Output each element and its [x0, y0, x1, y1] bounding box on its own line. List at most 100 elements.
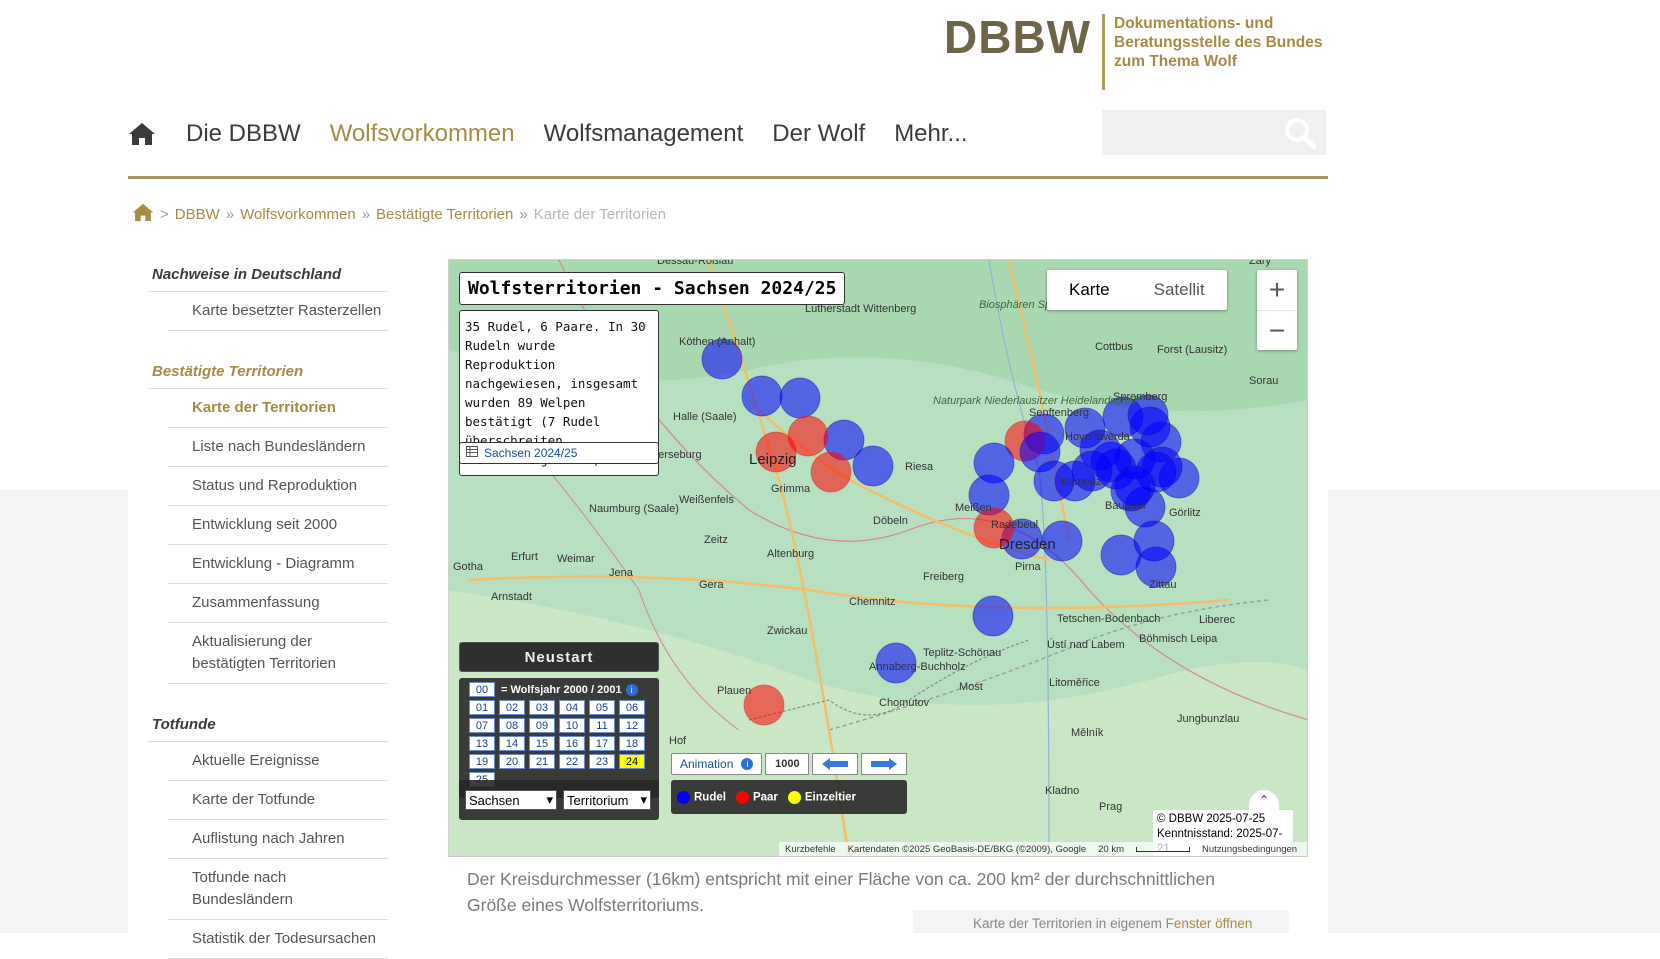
year-button-03[interactable]: 03: [529, 700, 555, 715]
year-button-02[interactable]: 02: [499, 700, 525, 715]
year-button-24[interactable]: 24: [619, 754, 645, 769]
zoom-in-button[interactable]: +: [1257, 270, 1297, 310]
breadcrumb-dbbw[interactable]: DBBW: [175, 206, 220, 223]
mode-select[interactable]: Territorium ▾: [563, 790, 651, 810]
year-button-20[interactable]: 20: [499, 754, 525, 769]
region-select[interactable]: Sachsen ▾: [465, 790, 557, 810]
year-button-19[interactable]: 19: [469, 754, 495, 769]
year-button-22[interactable]: 22: [559, 754, 585, 769]
dbbw-logo[interactable]: DBBW: [944, 10, 1091, 64]
place-label: Grimma: [771, 483, 811, 495]
place-label: Altenburg: [767, 548, 814, 560]
map-scale-label[interactable]: 20 km: [1098, 844, 1124, 855]
year-button-21[interactable]: 21: [529, 754, 555, 769]
map-layer-link[interactable]: Sachsen 2024/25: [459, 442, 659, 464]
year-button-12[interactable]: 12: [619, 718, 645, 733]
sidebar-item-todesursachen[interactable]: Statistik der Todesursachen: [168, 920, 388, 959]
sidebar-item-totfunde-bundeslaender[interactable]: Totfunde nach Bundesländern: [168, 859, 388, 920]
home-icon[interactable]: [128, 120, 158, 148]
place-label: Jungbunzlau: [1177, 713, 1239, 725]
sidebar-item-zusammenfassung[interactable]: Zusammenfassung: [168, 584, 388, 623]
territory-rudel[interactable]: [852, 445, 894, 487]
territory-map[interactable]: Lutherstadt Wittenberg Köthen (Anhalt) Hal…: [448, 259, 1308, 857]
map-attribution: Kurzbefehle Kartendaten ©2025 GeoBasis-D…: [779, 842, 1307, 856]
breadcrumb-wolfsvorkommen[interactable]: Wolfsvorkommen: [240, 206, 356, 223]
info-icon[interactable]: i: [741, 758, 754, 770]
map-type-satellit[interactable]: Satellit: [1132, 270, 1227, 310]
place-label: Litoměřice: [1049, 677, 1100, 689]
year-button-07[interactable]: 07: [469, 718, 495, 733]
territory-rudel[interactable]: [779, 377, 821, 419]
sidebar-item-aktuelle-ereignisse[interactable]: Aktuelle Ereignisse: [168, 742, 388, 781]
map-layer-label[interactable]: Sachsen 2024/25: [484, 446, 577, 460]
year-button-17[interactable]: 17: [589, 736, 615, 751]
territory-paar[interactable]: [787, 415, 829, 457]
year-button-23[interactable]: 23: [589, 754, 615, 769]
chevron-down-icon: ▾: [546, 792, 553, 807]
territory-paar[interactable]: [810, 451, 852, 493]
sidebar-item-aktualisierung[interactable]: Aktualisierung der bestätigten Territori…: [168, 623, 388, 684]
sidebar-item-karte-territorien[interactable]: Karte der Territorien: [168, 389, 388, 428]
year-button-06[interactable]: 06: [619, 700, 645, 715]
year-button-05[interactable]: 05: [589, 700, 615, 715]
animation-label[interactable]: Animation: [680, 757, 733, 771]
year-button-10[interactable]: 10: [559, 718, 585, 733]
year-button-08[interactable]: 08: [499, 718, 525, 733]
sidebar-item-liste-bundeslaender[interactable]: Liste nach Bundesländern: [168, 428, 388, 467]
terms-link[interactable]: Nutzungsbedingungen: [1202, 844, 1297, 855]
map-scale-bar: [1136, 846, 1191, 852]
zoom-out-button[interactable]: −: [1257, 310, 1297, 350]
year-button-16[interactable]: 16: [559, 736, 585, 751]
sidebar-heading-territorien[interactable]: Bestätigte Territorien: [148, 355, 388, 389]
year-button-11[interactable]: 11: [589, 718, 615, 733]
keyboard-shortcuts-link[interactable]: Kurzbefehle: [785, 844, 836, 855]
sidebar-heading-totfunde[interactable]: Totfunde: [148, 708, 388, 742]
year-button-09[interactable]: 09: [529, 718, 555, 733]
step-forward-button[interactable]: [861, 753, 907, 775]
place-label: Weimar: [557, 553, 595, 565]
breadcrumb-bestaetigte-territorien[interactable]: Bestätigte Territorien: [376, 206, 513, 223]
sidebar-item-karte-totfunde[interactable]: Karte der Totfunde: [168, 781, 388, 820]
sidebar-item-rasterzellen[interactable]: Karte besetzter Rasterzellen: [168, 292, 388, 331]
place-label: Prag: [1099, 801, 1122, 813]
nav-divider: [128, 176, 1328, 179]
territory-rudel[interactable]: [972, 595, 1014, 637]
sidebar-item-entwicklung-2000[interactable]: Entwicklung seit 2000: [168, 506, 388, 545]
year-button-00[interactable]: 00: [469, 682, 495, 697]
sidebar-item-status-reproduktion[interactable]: Status und Reproduktion: [168, 467, 388, 506]
nav-der-wolf[interactable]: Der Wolf: [772, 120, 865, 148]
info-icon[interactable]: i: [625, 683, 638, 696]
year-button-13[interactable]: 13: [469, 736, 495, 751]
animation-button[interactable]: Animation i: [671, 753, 763, 775]
territory-rudel[interactable]: [1158, 457, 1200, 499]
year-button-01[interactable]: 01: [469, 700, 495, 715]
sidebar-item-auflistung-jahre[interactable]: Auflistung nach Jahren: [168, 820, 388, 859]
open-window-link[interactable]: Fenster öffnen: [1166, 916, 1253, 931]
sidebar-item-entwicklung-diagramm[interactable]: Entwicklung - Diagramm: [168, 545, 388, 584]
map-type-karte[interactable]: Karte: [1047, 270, 1132, 310]
animation-speed-input[interactable]: 1000: [765, 753, 810, 775]
territory-rudel[interactable]: [741, 375, 783, 417]
step-back-button[interactable]: [812, 753, 859, 775]
nav-die-dbbw[interactable]: Die DBBW: [186, 120, 301, 148]
nav-mehr[interactable]: Mehr...: [894, 120, 967, 148]
search-input[interactable]: [1102, 110, 1326, 155]
year-button-18[interactable]: 18: [619, 736, 645, 751]
place-label: Halle (Saale): [673, 411, 737, 423]
place-label: Liberec: [1199, 614, 1236, 626]
neustart-button[interactable]: Neustart: [459, 642, 659, 672]
territory-rudel[interactable]: [1100, 534, 1142, 576]
breadcrumb-home-icon[interactable]: [132, 203, 154, 226]
sidebar-heading-nachweise[interactable]: Nachweise in Deutschland: [148, 258, 388, 292]
place-label: Radebeul: [991, 519, 1038, 531]
place-label: Meißen: [955, 502, 992, 514]
place-label: Mělník: [1071, 727, 1104, 739]
year-button-14[interactable]: 14: [499, 736, 525, 751]
nav-wolfsvorkommen[interactable]: Wolfsvorkommen: [330, 120, 515, 148]
search-icon[interactable]: [1274, 110, 1326, 155]
nav-wolfsmanagement[interactable]: Wolfsmanagement: [544, 120, 744, 148]
year-button-15[interactable]: 15: [529, 736, 555, 751]
place-label: Dresden: [999, 536, 1056, 553]
year-button-04[interactable]: 04: [559, 700, 585, 715]
zoom-control: + −: [1257, 270, 1297, 350]
